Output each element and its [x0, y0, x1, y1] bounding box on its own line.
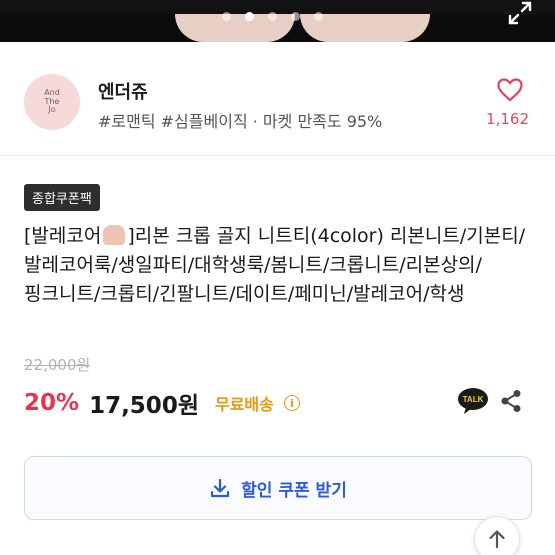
carousel-indicator	[222, 12, 323, 21]
shop-info[interactable]: And The Jo 엔더쥬 #로맨틱 #심플베이직 · 마켓 만족도 95% …	[0, 60, 555, 156]
carousel-dot-active[interactable]	[245, 12, 254, 21]
get-coupon-button[interactable]: 할인 쿠폰 받기	[24, 456, 532, 520]
original-price: 22,000원	[24, 356, 91, 374]
download-icon	[211, 478, 230, 498]
shop-avatar[interactable]: And The Jo	[24, 74, 80, 130]
shop-tags: #로맨틱 #심플베이직 · 마켓 만족도 95%	[98, 112, 383, 131]
sale-price: 17,500원	[89, 393, 199, 419]
carousel-dot[interactable]	[222, 12, 231, 21]
like-count: 1,162	[486, 110, 529, 128]
heart-icon[interactable]	[497, 78, 523, 102]
discount-rate: 20%	[24, 390, 80, 416]
get-coupon-label: 할인 쿠폰 받기	[241, 480, 347, 501]
share-icon[interactable]	[500, 389, 522, 413]
product-title: [발레코어]리본 크롭 골지 니트티(4color) 리본니트/기본티/발레코어…	[24, 222, 534, 309]
arrow-up-icon	[489, 530, 505, 549]
carousel-dot[interactable]	[291, 12, 300, 21]
free-shipping-label: 무료배송	[214, 395, 274, 414]
product-title-prefix: [발레코어	[24, 225, 102, 247]
price-row: 20% 17,500원 무료배송 i	[24, 386, 300, 420]
ballet-shoes-icon	[103, 225, 126, 245]
kakao-talk-label: TALK	[463, 395, 484, 404]
scroll-to-top-button[interactable]	[474, 516, 520, 555]
carousel-dot[interactable]	[268, 12, 277, 21]
coupon-pack-badge: 종합쿠폰팩	[24, 184, 100, 211]
avatar-text-line: Jo	[48, 105, 56, 115]
fullscreen-expand-icon[interactable]	[507, 0, 533, 26]
carousel-dot[interactable]	[314, 12, 323, 21]
shop-name[interactable]: 엔더쥬	[98, 78, 148, 104]
kakao-talk-icon[interactable]: TALK	[457, 387, 489, 415]
product-image-carousel[interactable]	[0, 0, 555, 42]
info-icon[interactable]: i	[283, 395, 300, 411]
